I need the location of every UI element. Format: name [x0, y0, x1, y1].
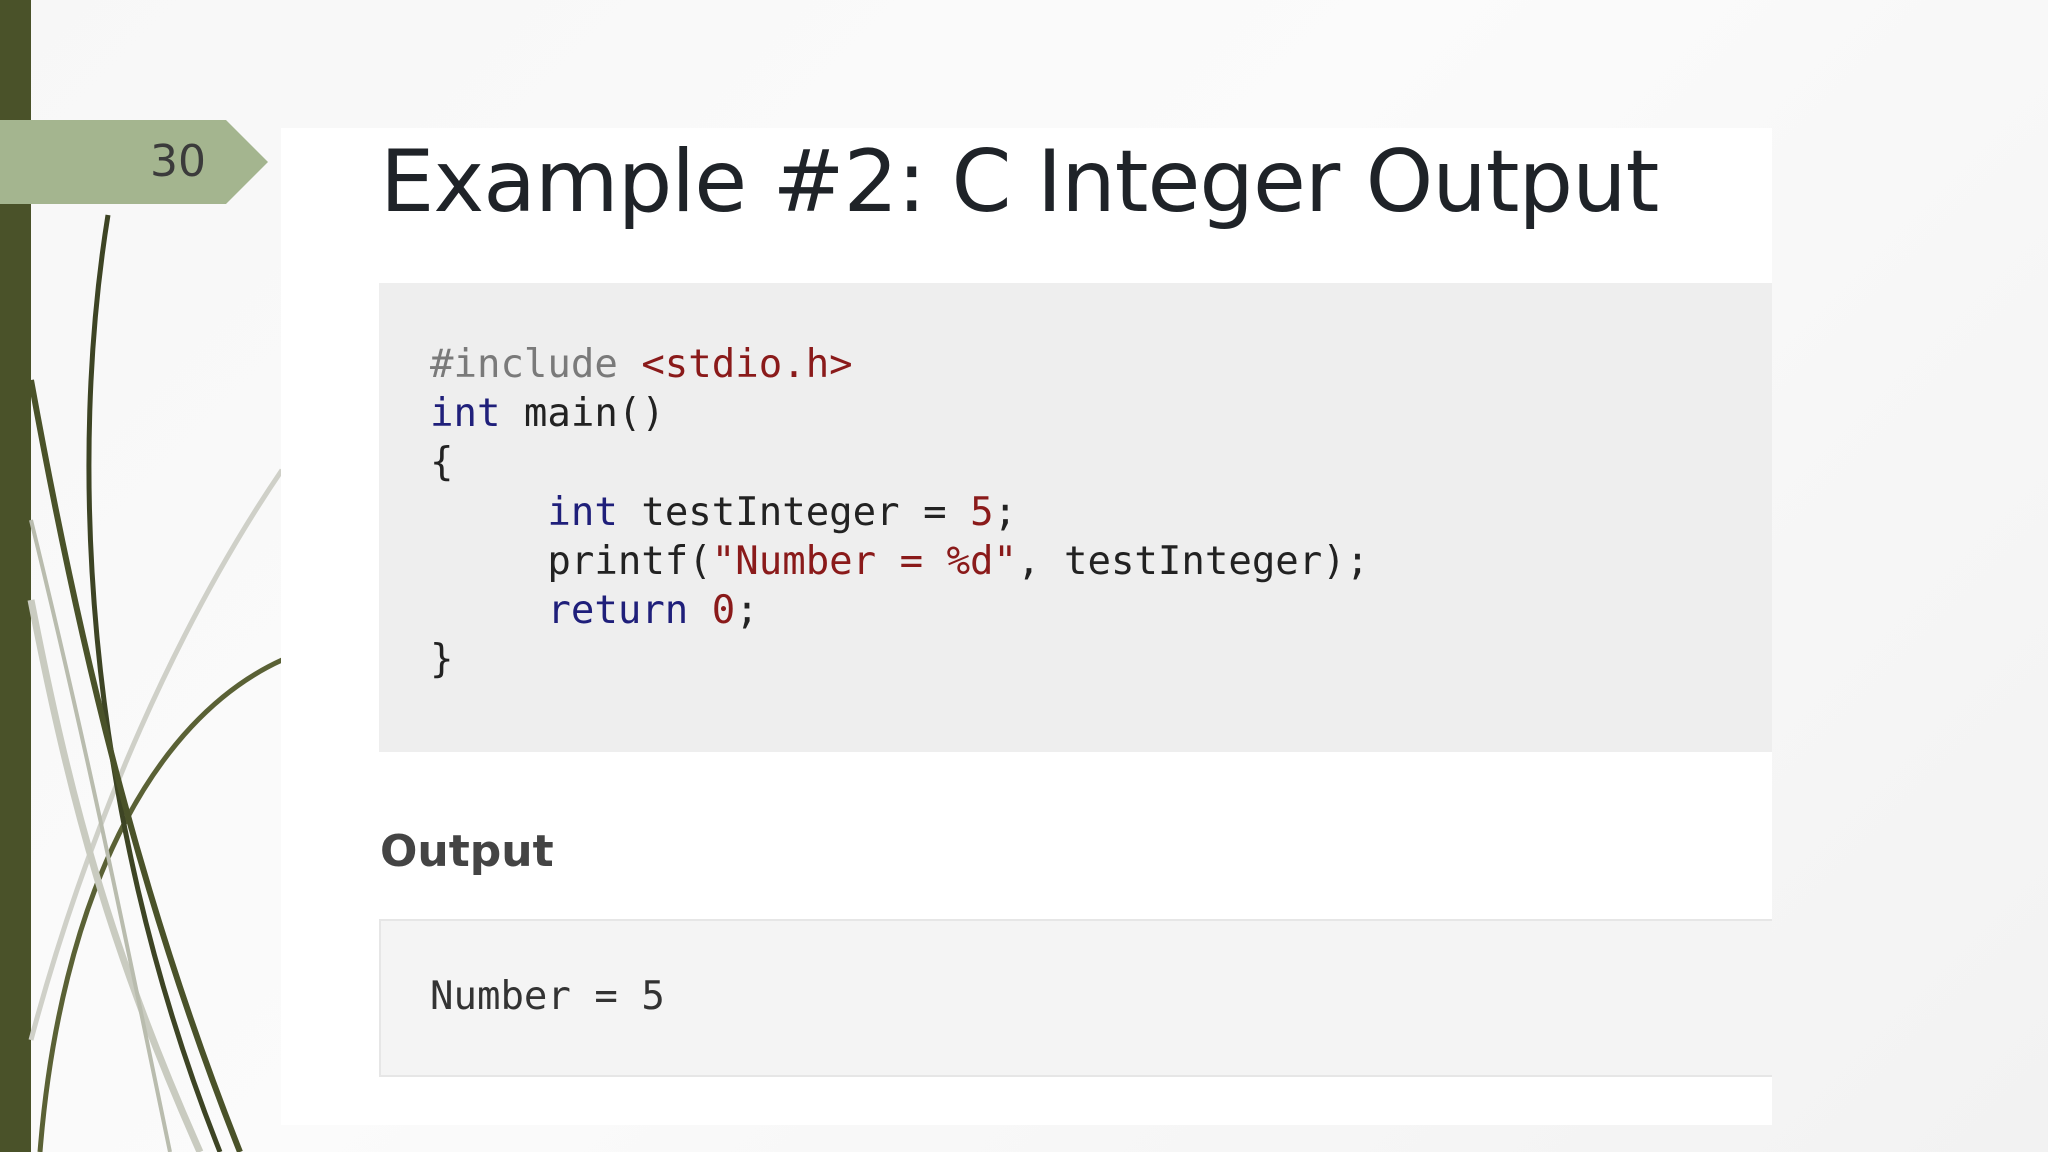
- code-text: ;: [993, 489, 1018, 535]
- code-directive: #include: [430, 342, 642, 387]
- slide-number-tab: [0, 120, 268, 204]
- code-keyword: return: [547, 588, 689, 634]
- code-number: 0: [711, 588, 736, 634]
- output-text: Number = 5: [430, 974, 665, 1019]
- slide-number: 30: [150, 136, 206, 187]
- code-text: main(): [500, 391, 665, 437]
- code-keyword: int: [430, 391, 501, 437]
- code-text: testInteger =: [617, 489, 971, 535]
- code-header-name: <stdio.h>: [641, 342, 853, 387]
- code-text: {: [430, 440, 454, 486]
- code-text: ;: [735, 588, 759, 634]
- code-text: , testInteger);: [1017, 538, 1370, 584]
- code-number: 5: [970, 489, 994, 535]
- code-text: printf(: [547, 538, 712, 584]
- code-listing: #include <stdio.h> int main() { int test…: [430, 340, 1369, 684]
- slide-title: Example #2: C Integer Output: [380, 132, 1659, 232]
- code-text: }: [430, 637, 454, 683]
- output-heading: Output: [380, 826, 554, 877]
- code-string: "Number = %d": [711, 538, 1018, 584]
- code-keyword: int: [547, 489, 618, 535]
